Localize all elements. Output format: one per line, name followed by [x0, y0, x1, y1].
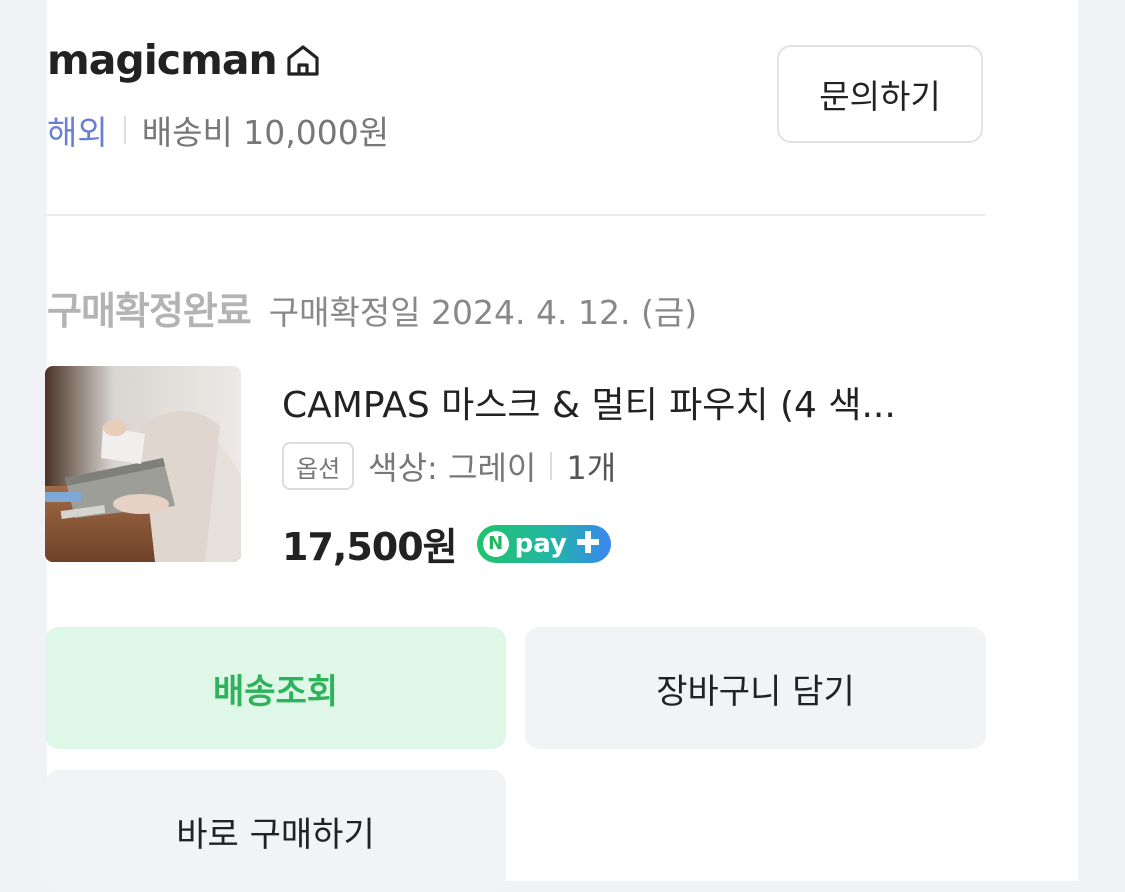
region-label: 해외: [47, 113, 108, 152]
order-status: 구매확정완료: [47, 289, 252, 333]
npay-plus-badge: N pay ✚: [476, 524, 611, 563]
price-row: 17,500원 N pay ✚: [282, 516, 611, 571]
add-to-cart-button[interactable]: 장바구니 담기: [525, 627, 986, 749]
home-icon[interactable]: [283, 40, 323, 80]
store-header[interactable]: magicman: [47, 36, 323, 84]
option-value: 색상: 그레이: [368, 449, 537, 487]
store-meta: 해외 배송비 10,000원: [47, 106, 389, 154]
option-badge: 옵션: [282, 442, 355, 490]
price: 17,500원: [282, 525, 458, 569]
npay-label: pay: [514, 528, 567, 559]
shipping-fee: 배송비 10,000원: [141, 113, 390, 152]
plus-icon: ✚: [575, 526, 601, 561]
product-thumbnail[interactable]: [45, 366, 241, 562]
buy-now-button[interactable]: 바로 구매하기: [45, 770, 506, 892]
product-name[interactable]: CAMPAS 마스크 & 멀티 파우치 (4 색...: [282, 376, 982, 428]
section-divider: [45, 214, 985, 216]
option-row: 옵션 색상: 그레이 1개: [282, 442, 616, 490]
order-status-row: 구매확정완료 구매확정일 2024. 4. 12. (금): [47, 280, 697, 335]
option-separator: [550, 452, 553, 480]
quantity: 1개: [566, 449, 617, 487]
confirm-date: 구매확정일 2024. 4. 12. (금): [268, 293, 698, 332]
inquiry-button[interactable]: 문의하기: [777, 45, 983, 143]
meta-separator: [123, 116, 126, 144]
track-delivery-button[interactable]: 배송조회: [45, 627, 506, 749]
store-name[interactable]: magicman: [47, 36, 278, 84]
naver-n-icon: N: [482, 530, 509, 557]
